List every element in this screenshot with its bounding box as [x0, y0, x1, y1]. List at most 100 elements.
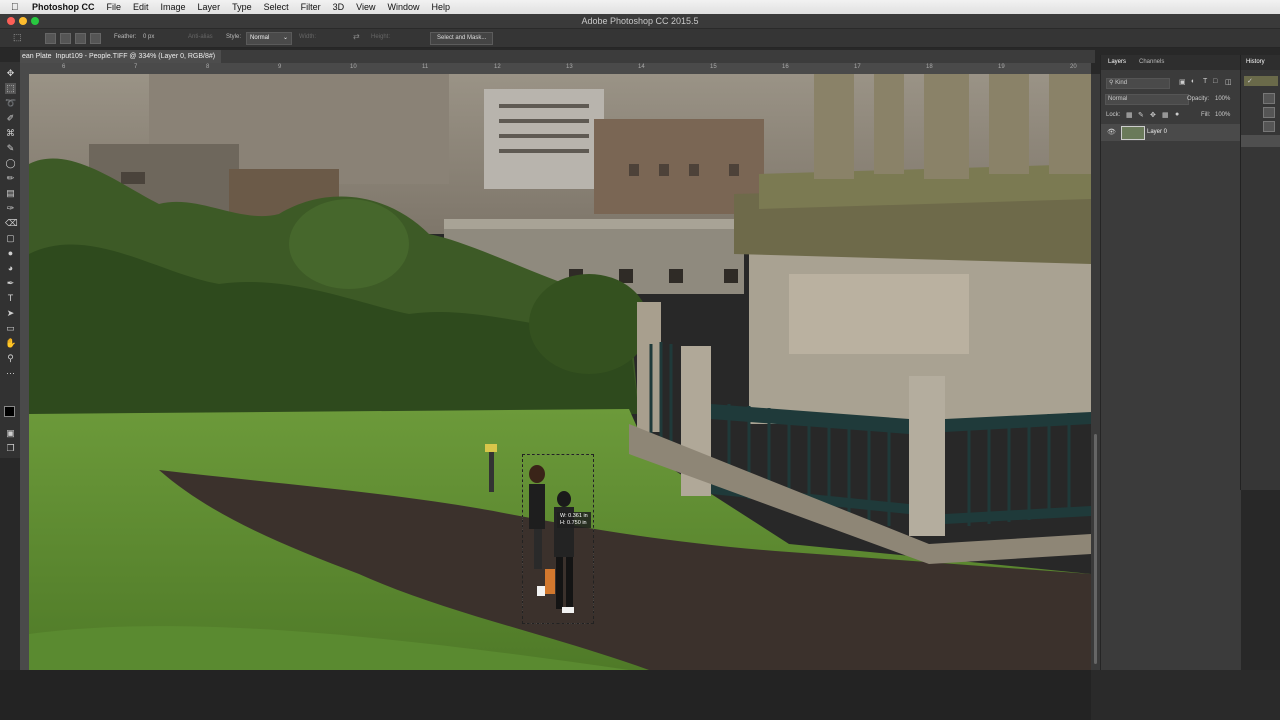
lasso-tool-icon[interactable]: ➰: [5, 98, 16, 109]
ruler-tick: 11: [422, 64, 429, 70]
move-tool-icon[interactable]: ✥: [5, 68, 16, 79]
screen-mode-icon[interactable]: ❐: [5, 443, 16, 454]
zoom-tool-icon[interactable]: ⚲: [5, 353, 16, 364]
history-brush-source-icon[interactable]: ✓: [1247, 77, 1253, 85]
menu-image[interactable]: Image: [161, 2, 186, 12]
filter-shape-icon[interactable]: □: [1213, 78, 1217, 85]
history-state-selected[interactable]: [1241, 135, 1280, 147]
layer-filter-select[interactable]: ⚲ Kind: [1106, 78, 1170, 89]
selection-size-tooltip: W: 0.361 in H: 0.750 in: [557, 512, 591, 528]
ruler-tick: 8: [206, 64, 210, 70]
quick-mask-icon[interactable]: ▣: [5, 428, 16, 439]
bottom-area: [0, 670, 1280, 720]
menu-edit[interactable]: Edit: [133, 2, 149, 12]
select-and-mask-button[interactable]: Select and Mask...: [430, 32, 494, 45]
eyedropper-tool-icon[interactable]: ✎: [5, 143, 16, 154]
apple-icon[interactable]: : [11, 2, 23, 13]
gradient-tool-icon[interactable]: ▢: [5, 233, 16, 244]
window-title-bar: Adobe Photoshop CC 2015.5: [0, 14, 1280, 29]
ruler-tick: 6: [62, 64, 66, 70]
history-panel: History ✓: [1240, 55, 1280, 490]
brush-tool-icon[interactable]: ✏: [5, 173, 16, 184]
selection-height-readout: H: 0.750 in: [560, 520, 587, 526]
ruler-tick: 19: [998, 64, 1005, 70]
lock-label: Lock:: [1106, 112, 1121, 118]
history-brush-tool-icon[interactable]: ✑: [5, 203, 16, 214]
lock-all-icon[interactable]: ●: [1175, 111, 1179, 118]
pen-tool-icon[interactable]: ✒: [5, 278, 16, 289]
intersect-selection-button[interactable]: [90, 33, 101, 44]
subtract-selection-button[interactable]: [75, 33, 86, 44]
filter-adjustment-icon[interactable]: ◐: [1191, 78, 1195, 85]
feather-input[interactable]: 0 px: [143, 34, 154, 40]
layer-filter-row: ⚲ Kind ▣ ◐ T □ ◫: [1101, 76, 1241, 90]
marquee-tool-icon[interactable]: ⬚: [5, 83, 16, 94]
width-label: Width:: [299, 34, 317, 40]
eye-icon[interactable]: 👁: [1107, 128, 1116, 136]
document-tab-bar: ean Plate Input109 - People.TIFF @ 334% …: [20, 50, 1095, 63]
menu-layer[interactable]: Layer: [198, 2, 221, 12]
marquee-preset-icon[interactable]: ⬚: [13, 32, 22, 43]
tab-layers[interactable]: Layers: [1108, 59, 1126, 65]
menu-3d[interactable]: 3D: [333, 2, 345, 12]
layer-row[interactable]: 👁 Layer 0: [1101, 124, 1241, 141]
lock-pixels-icon[interactable]: ▦: [1126, 111, 1133, 119]
menu-type[interactable]: Type: [232, 2, 252, 12]
menu-window[interactable]: Window: [387, 2, 419, 12]
menu-select[interactable]: Select: [264, 2, 289, 12]
filter-type-icon[interactable]: T: [1203, 78, 1207, 85]
tab-channels[interactable]: Channels: [1139, 59, 1164, 65]
path-selection-tool-icon[interactable]: ➤: [5, 308, 16, 319]
layer-filter-value: Kind: [1115, 80, 1128, 86]
crop-tool-icon[interactable]: ⌘: [5, 128, 16, 139]
history-state-item[interactable]: [1263, 107, 1275, 118]
healing-brush-tool-icon[interactable]: ◯: [5, 158, 16, 169]
filter-smart-object-icon[interactable]: ◫: [1225, 78, 1232, 86]
layer-name[interactable]: Layer 0: [1147, 129, 1167, 135]
menu-view[interactable]: View: [356, 2, 375, 12]
history-state-item[interactable]: [1263, 121, 1275, 132]
filter-pixel-icon[interactable]: ▣: [1179, 78, 1186, 86]
quick-select-tool-icon[interactable]: ✐: [5, 113, 16, 124]
document-tab-prefix: ean Plate: [22, 53, 52, 60]
layers-panel: Layers Channels ⚲ Kind ▣ ◐ T □ ◫ Normal …: [1100, 55, 1241, 670]
type-tool-icon[interactable]: T: [5, 293, 16, 304]
menu-file[interactable]: File: [107, 2, 122, 12]
fill-value[interactable]: 100%: [1215, 112, 1230, 118]
vertical-ruler: [20, 74, 29, 670]
options-bar: ⬚ Feather: 0 px Anti-alias Style: Normal…: [0, 29, 1280, 48]
antialias-checkbox[interactable]: Anti-alias: [188, 34, 213, 40]
style-label: Style:: [226, 34, 242, 40]
document-tab[interactable]: ean Plate Input109 - People.TIFF @ 334% …: [20, 50, 222, 63]
document-canvas[interactable]: W: 0.361 in H: 0.750 in: [29, 74, 1091, 670]
swap-dimensions-icon[interactable]: ⇄: [353, 32, 360, 41]
history-state-item[interactable]: [1263, 93, 1275, 104]
eraser-tool-icon[interactable]: ⌫: [5, 218, 18, 229]
menu-help[interactable]: Help: [431, 2, 450, 12]
lock-image-icon[interactable]: ✎: [1138, 111, 1144, 119]
ruler-tick: 9: [278, 64, 282, 70]
lock-position-icon[interactable]: ✥: [1150, 111, 1156, 119]
ruler-tick: 18: [926, 64, 933, 70]
more-tools-icon[interactable]: ⋯: [5, 368, 16, 379]
blur-tool-icon[interactable]: ●: [5, 248, 16, 259]
menu-filter[interactable]: Filter: [301, 2, 321, 12]
blend-mode-select[interactable]: Normal: [1105, 94, 1189, 105]
history-title[interactable]: History: [1246, 59, 1265, 65]
scrollbar-thumb[interactable]: [1094, 434, 1097, 664]
foreground-color-swatch[interactable]: [4, 406, 15, 417]
clone-stamp-tool-icon[interactable]: ▤: [5, 188, 16, 199]
rectangle-tool-icon[interactable]: ▭: [5, 323, 16, 334]
style-select[interactable]: Normal ⌄: [246, 32, 292, 45]
tools-panel: ✥ ⬚ ➰ ✐ ⌘ ✎ ◯ ✏ ▤ ✑ ⌫ ▢ ● ◕ ✒ T ➤ ▭ ✋ ⚲ …: [0, 62, 20, 458]
dodge-tool-icon[interactable]: ◕: [5, 263, 16, 274]
menu-app-name[interactable]: Photoshop CC: [32, 2, 95, 12]
new-selection-button[interactable]: [45, 33, 56, 44]
lock-artboard-icon[interactable]: ▦: [1162, 111, 1169, 119]
feather-label: Feather:: [114, 34, 137, 40]
vertical-scrollbar[interactable]: [1091, 74, 1100, 670]
selection-marquee[interactable]: [522, 454, 594, 624]
opacity-value[interactable]: 100%: [1215, 96, 1230, 102]
add-selection-button[interactable]: [60, 33, 71, 44]
hand-tool-icon[interactable]: ✋: [5, 338, 16, 349]
